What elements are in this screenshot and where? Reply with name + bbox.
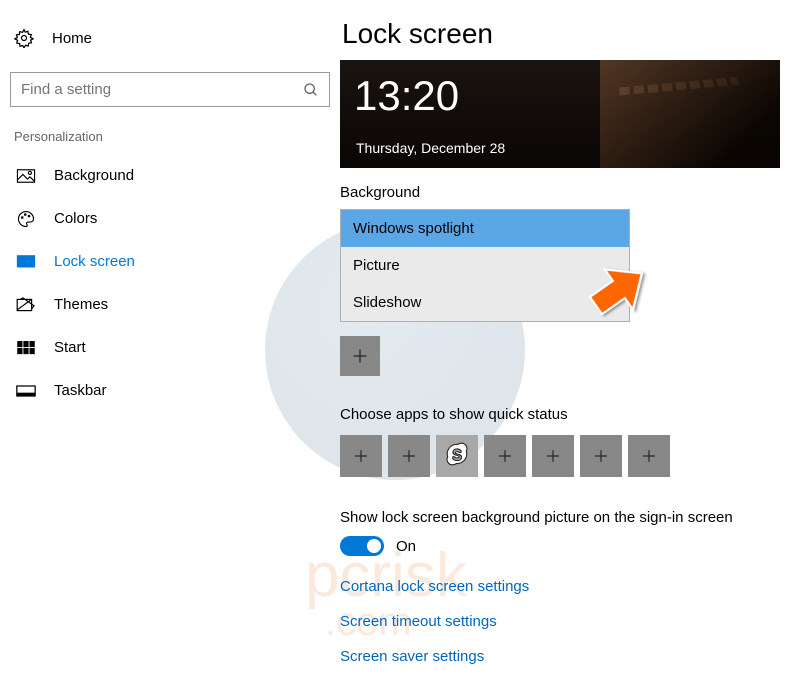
quick-status-label: Choose apps to show quick status (340, 406, 790, 423)
add-detailed-status-button[interactable] (340, 336, 380, 376)
quick-status-add[interactable] (532, 435, 574, 477)
skype-icon (444, 441, 470, 472)
lockscreen-preview: 13:20 Thursday, December 28 (340, 60, 780, 168)
search-input[interactable] (10, 72, 330, 107)
quick-status-add[interactable] (484, 435, 526, 477)
signin-bg-label: Show lock screen background picture on t… (340, 509, 790, 526)
quick-status-add[interactable] (388, 435, 430, 477)
dropdown-option-spotlight[interactable]: Windows spotlight (341, 210, 629, 247)
link-screen-timeout[interactable]: Screen timeout settings (340, 613, 790, 630)
preview-time: 13:20 (354, 72, 459, 120)
sidebar-item-colors[interactable]: Colors (10, 197, 330, 240)
section-title: Personalization (10, 129, 330, 144)
search-field[interactable] (21, 81, 303, 98)
sidebar: Home Personalization Background Colors L… (0, 0, 340, 699)
arrow-cursor-annotation (581, 260, 651, 335)
start-icon (16, 340, 36, 356)
link-cortana-settings[interactable]: Cortana lock screen settings (340, 578, 790, 595)
sidebar-item-taskbar[interactable]: Taskbar (10, 369, 330, 412)
background-label: Background (340, 184, 790, 201)
preview-date: Thursday, December 28 (356, 140, 505, 156)
sidebar-item-label: Themes (54, 296, 108, 313)
home-label: Home (52, 30, 92, 47)
sidebar-item-label: Colors (54, 210, 97, 227)
quick-status-add[interactable] (628, 435, 670, 477)
sidebar-item-label: Start (54, 339, 86, 356)
sidebar-item-label: Taskbar (54, 382, 107, 399)
sidebar-item-background[interactable]: Background (10, 154, 330, 197)
quick-status-add[interactable] (340, 435, 382, 477)
background-icon (16, 168, 36, 184)
sidebar-item-label: Lock screen (54, 253, 135, 270)
signin-bg-state: On (396, 538, 416, 555)
search-icon (303, 82, 319, 98)
page-title: Lock screen (342, 18, 790, 50)
sidebar-item-label: Background (54, 167, 134, 184)
home-button[interactable]: Home (10, 22, 330, 54)
quick-status-add[interactable] (580, 435, 622, 477)
main-content: Lock screen 13:20 Thursday, December 28 … (340, 0, 790, 699)
lockscreen-icon (16, 254, 36, 270)
quick-status-row (340, 435, 790, 477)
taskbar-icon (16, 383, 36, 399)
signin-bg-toggle[interactable] (340, 536, 384, 556)
gear-icon (14, 28, 34, 48)
sidebar-item-themes[interactable]: Themes (10, 283, 330, 326)
sidebar-item-start[interactable]: Start (10, 326, 330, 369)
quick-status-app-skype[interactable] (436, 435, 478, 477)
sidebar-item-lockscreen[interactable]: Lock screen (10, 240, 330, 283)
themes-icon (16, 297, 36, 313)
link-screen-saver[interactable]: Screen saver settings (340, 648, 790, 665)
background-dropdown[interactable]: Windows spotlight Picture Slideshow (340, 209, 630, 322)
colors-icon (16, 211, 36, 227)
